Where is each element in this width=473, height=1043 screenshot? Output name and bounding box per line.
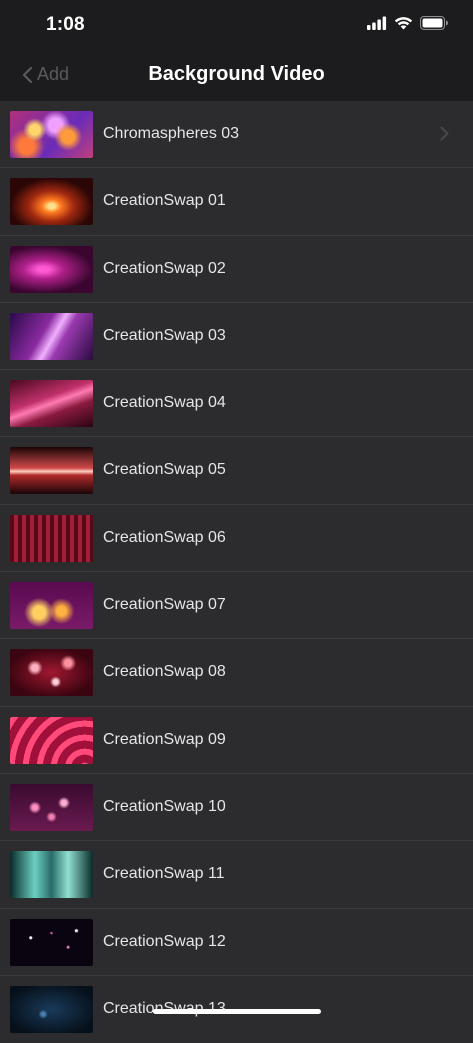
video-thumbnail xyxy=(10,514,93,562)
video-thumbnail xyxy=(10,245,93,293)
list-item-label: CreationSwap 04 xyxy=(103,394,226,412)
list-item-label: CreationSwap 09 xyxy=(103,730,226,748)
list-item-label: CreationSwap 02 xyxy=(103,259,226,277)
list-item[interactable]: CreationSwap 05 xyxy=(0,437,473,505)
chevron-right-icon xyxy=(440,126,449,146)
video-thumbnail xyxy=(10,918,93,966)
list-item-label: CreationSwap 08 xyxy=(103,663,226,681)
list-item-label: Chromaspheres 03 xyxy=(103,125,240,142)
video-thumbnail xyxy=(10,649,93,697)
wifi-icon xyxy=(394,16,413,35)
list-item[interactable]: CreationSwap 03 xyxy=(0,303,473,371)
status-icons xyxy=(367,16,449,35)
list-item-label: CreationSwap 01 xyxy=(103,192,226,210)
video-thumbnail xyxy=(10,380,93,428)
cellular-signal-icon xyxy=(367,16,387,35)
list-item[interactable]: CreationSwap 02 xyxy=(0,236,473,303)
video-thumbnail xyxy=(10,447,93,495)
list-item[interactable]: CreationSwap 09 xyxy=(0,707,473,774)
navigation-bar: Add Background Video xyxy=(0,50,473,101)
video-thumbnail xyxy=(10,716,93,764)
video-thumbnail xyxy=(10,985,93,1033)
list-item[interactable]: CreationSwap 08 xyxy=(0,639,473,707)
battery-icon xyxy=(420,16,449,35)
home-indicator[interactable] xyxy=(153,1009,321,1014)
list-item[interactable]: CreationSwap 06 xyxy=(0,505,473,573)
status-time: 1:08 xyxy=(46,14,85,35)
list-item-label: CreationSwap 03 xyxy=(103,326,226,344)
list-item-label: CreationSwap 11 xyxy=(103,865,225,883)
list-item[interactable]: CreationSwap 07 xyxy=(0,572,473,640)
list-item[interactable]: CreationSwap 12 xyxy=(0,909,473,976)
background-video-list: Chromaspheres 03 CreationSwap 01 Creatio… xyxy=(0,101,473,1043)
list-item[interactable]: CreationSwap 10 xyxy=(0,774,473,842)
list-item-label: CreationSwap 12 xyxy=(103,932,226,950)
video-thumbnail xyxy=(10,178,93,226)
list-item[interactable]: CreationSwap 04 xyxy=(0,370,473,438)
list-item-label: CreationSwap 06 xyxy=(103,528,226,546)
status-bar: 1:08 xyxy=(0,0,473,50)
list-item[interactable]: CreationSwap 01 xyxy=(0,168,473,236)
video-thumbnail xyxy=(10,111,93,158)
list-item[interactable]: CreationSwap 11 xyxy=(0,841,473,909)
video-thumbnail xyxy=(10,851,93,899)
video-thumbnail xyxy=(10,312,93,360)
list-item-label: CreationSwap 05 xyxy=(103,461,226,479)
page-title: Background Video xyxy=(148,63,325,85)
list-item-label: CreationSwap 07 xyxy=(103,596,226,614)
list-item[interactable]: Chromaspheres 03 xyxy=(0,101,473,169)
video-thumbnail xyxy=(10,783,93,831)
list-item-label: CreationSwap 10 xyxy=(103,797,226,815)
video-thumbnail xyxy=(10,582,93,630)
